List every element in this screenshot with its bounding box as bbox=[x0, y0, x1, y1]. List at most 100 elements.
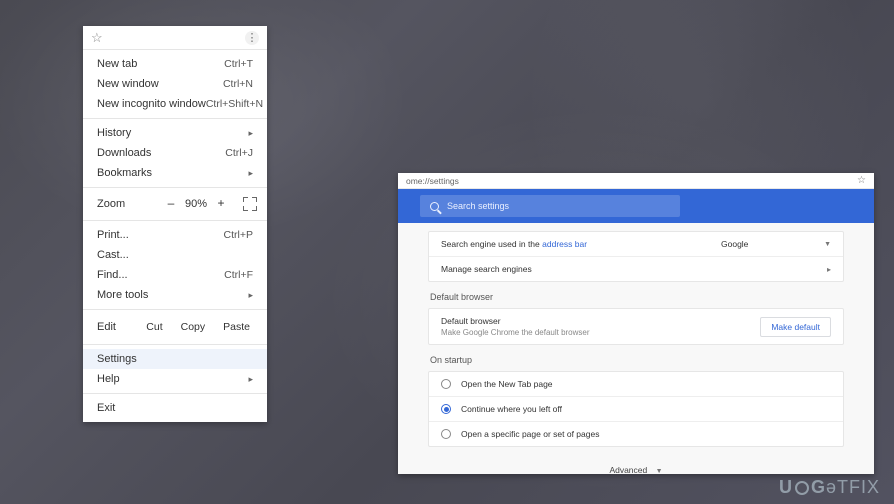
menu-section-exit: Exit bbox=[83, 394, 267, 422]
submenu-arrow-icon: ▸ bbox=[248, 168, 253, 179]
kebab-menu-icon[interactable]: ⋮ bbox=[245, 31, 259, 45]
default-browser-card: Default browser Make Google Chrome the d… bbox=[428, 308, 844, 345]
settings-titlebar: ome://settings ☆ bbox=[398, 173, 874, 189]
menu-section-zoom: Zoom – 90% + bbox=[83, 188, 267, 221]
search-engine-select[interactable]: Google ▼ bbox=[721, 239, 831, 249]
startup-label: Open a specific page or set of pages bbox=[461, 429, 599, 439]
watermark-text: G bbox=[811, 477, 826, 498]
manage-search-engines-row[interactable]: Manage search engines ▸ bbox=[429, 257, 843, 281]
watermark-text: U bbox=[779, 477, 793, 498]
submenu-arrow-icon: ▸ bbox=[248, 374, 253, 385]
bookmark-star-icon[interactable]: ☆ bbox=[91, 30, 103, 46]
menu-item-history[interactable]: History ▸ bbox=[83, 123, 267, 143]
menu-item-cast[interactable]: Cast... bbox=[83, 245, 267, 265]
menu-item-new-window[interactable]: New window Ctrl+N bbox=[83, 74, 267, 94]
menu-header: ☆ ⋮ bbox=[83, 26, 267, 50]
search-icon bbox=[430, 202, 439, 211]
default-browser-title: Default browser bbox=[441, 316, 590, 326]
menu-section-tabs: New tab Ctrl+T New window Ctrl+N New inc… bbox=[83, 50, 267, 119]
search-engine-row[interactable]: Search engine used in the address bar Go… bbox=[429, 232, 843, 257]
menu-item-more-tools[interactable]: More tools ▸ bbox=[83, 285, 267, 305]
startup-option-specific-page[interactable]: Open a specific page or set of pages bbox=[429, 422, 843, 446]
settings-url: ome://settings bbox=[406, 176, 459, 186]
menu-label: New incognito window bbox=[97, 98, 206, 110]
settings-search-input[interactable]: Search settings bbox=[420, 195, 680, 217]
fullscreen-icon[interactable] bbox=[243, 197, 257, 211]
default-browser-row: Default browser Make Google Chrome the d… bbox=[429, 309, 843, 344]
gear-icon bbox=[795, 481, 809, 495]
submenu-arrow-icon: ▸ bbox=[248, 290, 253, 301]
menu-label: History bbox=[97, 127, 131, 139]
make-default-button[interactable]: Make default bbox=[760, 317, 831, 337]
watermark: U G ə TFIX bbox=[779, 477, 880, 498]
advanced-toggle[interactable]: Advanced ▼ bbox=[428, 457, 844, 474]
on-startup-section-title: On startup bbox=[430, 355, 844, 365]
menu-label: New window bbox=[97, 78, 159, 90]
search-engine-label: Search engine used in the address bar bbox=[441, 239, 587, 249]
menu-item-bookmarks[interactable]: Bookmarks ▸ bbox=[83, 163, 267, 183]
edit-row: Edit Cut Copy Paste bbox=[83, 314, 267, 340]
menu-shortcut: Ctrl+N bbox=[223, 78, 253, 90]
search-engine-prefix: Search engine used in the bbox=[441, 239, 542, 249]
zoom-label: Zoom bbox=[97, 198, 157, 210]
menu-label: More tools bbox=[97, 289, 148, 301]
menu-shortcut: Ctrl+F bbox=[224, 269, 253, 281]
radio-icon[interactable] bbox=[441, 379, 451, 389]
menu-label: Find... bbox=[97, 269, 128, 281]
menu-item-exit[interactable]: Exit bbox=[83, 398, 267, 418]
menu-item-settings[interactable]: Settings bbox=[83, 349, 267, 369]
menu-item-print[interactable]: Print... Ctrl+P bbox=[83, 225, 267, 245]
menu-shortcut: Ctrl+Shift+N bbox=[206, 98, 263, 110]
chrome-main-menu: ☆ ⋮ New tab Ctrl+T New window Ctrl+N New… bbox=[83, 26, 267, 422]
menu-label: Downloads bbox=[97, 147, 151, 159]
menu-item-downloads[interactable]: Downloads Ctrl+J bbox=[83, 143, 267, 163]
chevron-down-icon: ▼ bbox=[824, 241, 831, 248]
zoom-out-button[interactable]: – bbox=[163, 196, 179, 212]
search-engine-selected: Google bbox=[721, 239, 748, 249]
menu-shortcut: Ctrl+J bbox=[225, 147, 253, 159]
startup-option-continue[interactable]: Continue where you left off bbox=[429, 397, 843, 422]
menu-item-help[interactable]: Help ▸ bbox=[83, 369, 267, 389]
cut-button[interactable]: Cut bbox=[137, 318, 171, 336]
radio-icon[interactable] bbox=[441, 404, 451, 414]
submenu-arrow-icon: ▸ bbox=[248, 128, 253, 139]
search-placeholder: Search settings bbox=[447, 201, 509, 211]
menu-label: Help bbox=[97, 373, 120, 385]
chevron-down-icon: ▼ bbox=[656, 468, 663, 474]
bookmark-star-icon[interactable]: ☆ bbox=[857, 175, 866, 186]
settings-header-bar: Search settings bbox=[398, 189, 874, 223]
menu-shortcut: Ctrl+T bbox=[224, 58, 253, 70]
manage-search-engines-label: Manage search engines bbox=[441, 264, 532, 274]
copy-button[interactable]: Copy bbox=[172, 318, 215, 336]
search-engine-card: Search engine used in the address bar Go… bbox=[428, 231, 844, 282]
paste-button[interactable]: Paste bbox=[214, 318, 259, 336]
startup-label: Continue where you left off bbox=[461, 404, 562, 414]
default-browser-subtitle: Make Google Chrome the default browser bbox=[441, 328, 590, 337]
menu-shortcut: Ctrl+P bbox=[224, 229, 253, 241]
menu-item-new-tab[interactable]: New tab Ctrl+T bbox=[83, 54, 267, 74]
menu-item-new-incognito[interactable]: New incognito window Ctrl+Shift+N bbox=[83, 94, 267, 114]
menu-section-tools: Print... Ctrl+P Cast... Find... Ctrl+F M… bbox=[83, 221, 267, 310]
menu-label: New tab bbox=[97, 58, 137, 70]
radio-icon[interactable] bbox=[441, 429, 451, 439]
address-bar-link[interactable]: address bar bbox=[542, 239, 587, 249]
startup-label: Open the New Tab page bbox=[461, 379, 553, 389]
menu-section-edit: Edit Cut Copy Paste bbox=[83, 310, 267, 345]
startup-option-new-tab[interactable]: Open the New Tab page bbox=[429, 372, 843, 397]
menu-section-settings: Settings Help ▸ bbox=[83, 345, 267, 394]
menu-label: Print... bbox=[97, 229, 129, 241]
menu-label: Settings bbox=[97, 353, 137, 365]
default-browser-text: Default browser Make Google Chrome the d… bbox=[441, 316, 590, 337]
chevron-right-icon: ▸ bbox=[827, 265, 831, 274]
edit-label: Edit bbox=[97, 321, 137, 333]
watermark-text: ə bbox=[826, 477, 837, 498]
advanced-label: Advanced bbox=[609, 465, 647, 474]
menu-item-find[interactable]: Find... Ctrl+F bbox=[83, 265, 267, 285]
menu-label: Bookmarks bbox=[97, 167, 152, 179]
zoom-in-button[interactable]: + bbox=[213, 196, 229, 212]
default-browser-section-title: Default browser bbox=[430, 292, 844, 302]
chrome-settings-window: ome://settings ☆ Search settings Search … bbox=[398, 173, 874, 474]
zoom-value: 90% bbox=[185, 198, 207, 210]
zoom-row: Zoom – 90% + bbox=[83, 192, 267, 216]
on-startup-card: Open the New Tab page Continue where you… bbox=[428, 371, 844, 447]
